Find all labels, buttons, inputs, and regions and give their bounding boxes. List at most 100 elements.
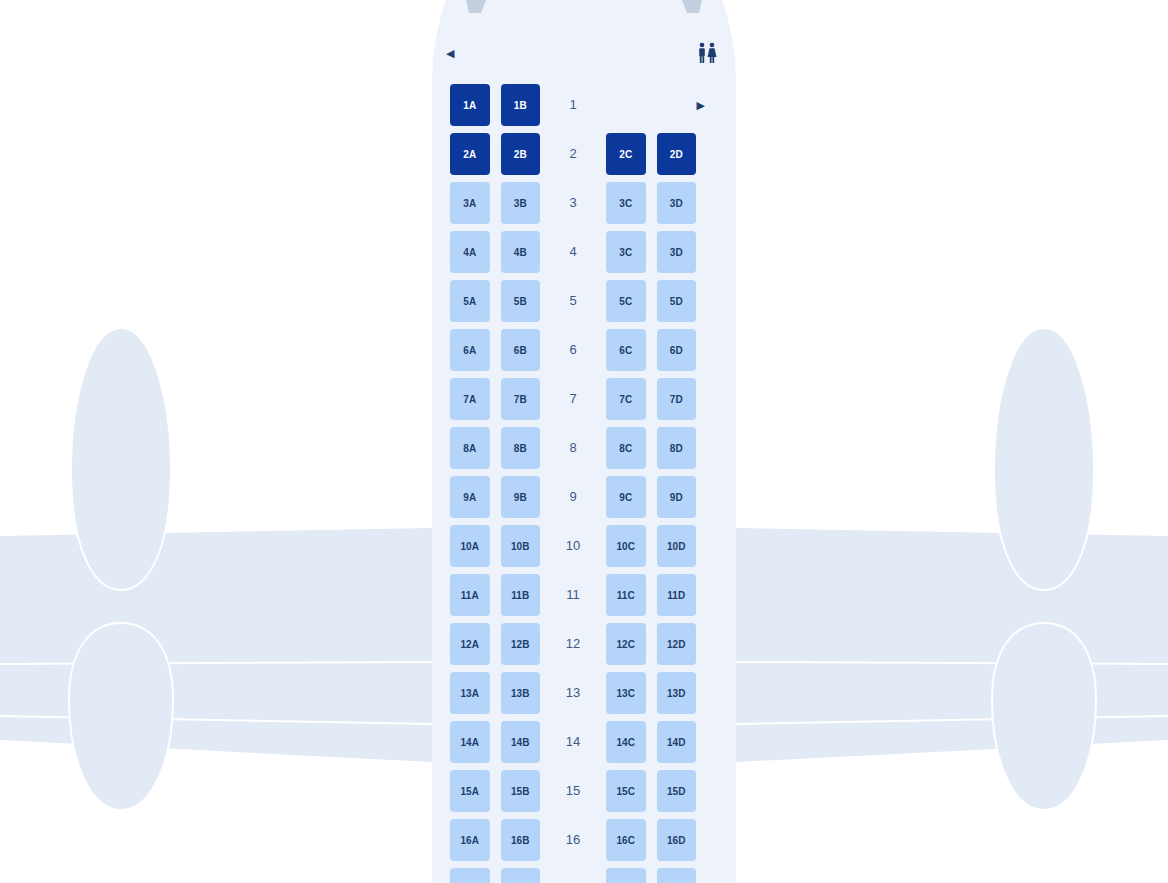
seat[interactable]: 3B: [501, 182, 541, 224]
seat-label: 12C: [617, 637, 635, 652]
seat[interactable]: 3C: [606, 231, 646, 273]
seat[interactable]: 6B: [501, 329, 541, 371]
seat[interactable]: 1B: [501, 84, 541, 126]
seat[interactable]: 16B: [501, 819, 541, 861]
seat[interactable]: 5C: [606, 280, 646, 322]
seat-label: 8B: [514, 441, 527, 456]
seat[interactable]: 11B: [501, 574, 541, 616]
seat-label: 14A: [461, 735, 479, 750]
cabin-header: ◀: [450, 42, 718, 64]
seat[interactable]: 11A: [450, 574, 490, 616]
seat-label: 14D: [667, 735, 685, 750]
seat[interactable]: 3D: [657, 182, 697, 224]
seat[interactable]: 8B: [501, 427, 541, 469]
seat[interactable]: 11D: [657, 574, 697, 616]
seat-group: 3C 3D: [606, 182, 696, 224]
seat[interactable]: 6C: [606, 329, 646, 371]
seat-label: 7A: [463, 392, 476, 407]
seat-group: 16A 16B: [450, 819, 540, 861]
seat[interactable]: 16D: [657, 819, 697, 861]
row-number: 11: [540, 574, 606, 616]
seat[interactable]: 9B: [501, 476, 541, 518]
seat[interactable]: [657, 868, 697, 883]
seat[interactable]: 7A: [450, 378, 490, 420]
seat-group: [450, 868, 540, 883]
seat[interactable]: 12B: [501, 623, 541, 665]
row-number: 5: [540, 280, 606, 322]
plane-outline-icon: [0, 0, 1168, 883]
seat[interactable]: 14D: [657, 721, 697, 763]
restroom-icon: [696, 42, 718, 64]
seat[interactable]: 6D: [657, 329, 697, 371]
seat-label: 12A: [461, 637, 479, 652]
seat[interactable]: 13B: [501, 672, 541, 714]
seat[interactable]: 9A: [450, 476, 490, 518]
seat-group: 14C 14D: [606, 721, 696, 763]
seat[interactable]: 2C: [606, 133, 646, 175]
seat[interactable]: 14A: [450, 721, 490, 763]
seat-label: 11D: [667, 588, 685, 603]
seat[interactable]: 14C: [606, 721, 646, 763]
seat-label: 5A: [463, 294, 476, 309]
seat[interactable]: 8D: [657, 427, 697, 469]
seat[interactable]: 5D: [657, 280, 697, 322]
seat[interactable]: 10D: [657, 525, 697, 567]
seat-label: 3D: [670, 245, 683, 260]
row-number: 16: [540, 819, 606, 861]
seat[interactable]: 7B: [501, 378, 541, 420]
seat-row: 14A14B1414C14D: [450, 721, 718, 763]
row-number: 12: [540, 623, 606, 665]
seat[interactable]: 7C: [606, 378, 646, 420]
seat-row: 9A9B99C9D: [450, 476, 718, 518]
seat-label: 4B: [514, 245, 527, 260]
seat[interactable]: 12A: [450, 623, 490, 665]
row-number: 4: [540, 231, 606, 273]
seat[interactable]: 4A: [450, 231, 490, 273]
seat[interactable]: 15C: [606, 770, 646, 812]
seat[interactable]: 10B: [501, 525, 541, 567]
seat[interactable]: [450, 868, 490, 883]
seat[interactable]: 7D: [657, 378, 697, 420]
seat[interactable]: 8A: [450, 427, 490, 469]
seat[interactable]: 2D: [657, 133, 697, 175]
seat-label: 11B: [511, 588, 529, 603]
seat[interactable]: 3A: [450, 182, 490, 224]
seat-row: 13A13B1313C13D: [450, 672, 718, 714]
seat-label: 4A: [463, 245, 476, 260]
seat[interactable]: 16C: [606, 819, 646, 861]
seat-label: 12B: [511, 637, 529, 652]
seat-group: 12C 12D: [606, 623, 696, 665]
seat[interactable]: [501, 868, 541, 883]
seat[interactable]: 5A: [450, 280, 490, 322]
seat[interactable]: 6A: [450, 329, 490, 371]
seat[interactable]: 13A: [450, 672, 490, 714]
seat[interactable]: 13C: [606, 672, 646, 714]
seat[interactable]: 3C: [606, 182, 646, 224]
seat[interactable]: 1A: [450, 84, 490, 126]
seat-row: 2A 2B22C 2D: [450, 133, 718, 175]
seat-group: [606, 868, 696, 883]
seat[interactable]: 9C: [606, 476, 646, 518]
seat[interactable]: 8C: [606, 427, 646, 469]
seat[interactable]: 4B: [501, 231, 541, 273]
seat[interactable]: [606, 868, 646, 883]
seat[interactable]: 2A: [450, 133, 490, 175]
seat[interactable]: 10C: [606, 525, 646, 567]
seat-group: 4A 4B: [450, 231, 540, 273]
seat[interactable]: 5B: [501, 280, 541, 322]
seat[interactable]: 12D: [657, 623, 697, 665]
row-number: 2: [540, 133, 606, 175]
seat[interactable]: 10A: [450, 525, 490, 567]
seat[interactable]: 15B: [501, 770, 541, 812]
seat[interactable]: 13D: [657, 672, 697, 714]
seat[interactable]: 11C: [606, 574, 646, 616]
seat[interactable]: 2B: [501, 133, 541, 175]
seat[interactable]: 9D: [657, 476, 697, 518]
seat[interactable]: 15D: [657, 770, 697, 812]
seat-group: 12A 12B: [450, 623, 540, 665]
seat[interactable]: 16A: [450, 819, 490, 861]
seat[interactable]: 15A: [450, 770, 490, 812]
seat[interactable]: 3D: [657, 231, 697, 273]
seat[interactable]: 12C: [606, 623, 646, 665]
seat[interactable]: 14B: [501, 721, 541, 763]
